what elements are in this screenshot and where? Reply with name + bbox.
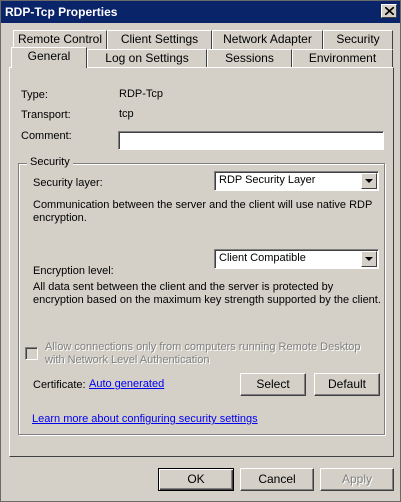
- encryption-level-label: Encryption level:: [33, 265, 114, 277]
- encryption-level-dropdown-button[interactable]: [361, 251, 377, 267]
- ok-button[interactable]: OK: [158, 468, 234, 491]
- security-group-title: Security: [27, 156, 73, 168]
- security-groupbox: Security Security layer: RDP Security La…: [18, 156, 385, 435]
- tab-sessions[interactable]: Sessions: [207, 49, 292, 68]
- select-button[interactable]: Select: [240, 373, 306, 396]
- transport-label: Transport:: [21, 109, 71, 121]
- security-layer-label: Security layer:: [33, 177, 103, 189]
- security-layer-value: RDP Security Layer: [219, 174, 316, 186]
- certificate-link[interactable]: Auto generated: [89, 378, 164, 390]
- tab-label: Log on Settings: [105, 51, 189, 65]
- tab-label: Network Adapter: [223, 32, 312, 46]
- tab-label: Remote Control: [17, 32, 103, 46]
- tab-label: Environment: [308, 51, 377, 65]
- type-value: RDP-Tcp: [119, 88, 164, 100]
- transport-value: tcp: [119, 108, 134, 120]
- tab-label: Client Settings: [120, 32, 199, 46]
- learn-more-link[interactable]: Learn more about configuring security se…: [32, 413, 258, 425]
- encryption-description: All data sent between the client and the…: [33, 281, 381, 306]
- close-button[interactable]: [381, 4, 397, 18]
- tab-client-settings[interactable]: Client Settings: [107, 30, 212, 49]
- certificate-label: Certificate:: [33, 379, 86, 391]
- tab-security[interactable]: Security: [323, 30, 393, 49]
- cancel-button[interactable]: Cancel: [240, 468, 314, 491]
- chevron-down-icon: [365, 179, 373, 183]
- nla-checkbox-label: Allow connections only from computers ru…: [45, 341, 361, 366]
- close-icon: [385, 7, 394, 15]
- encryption-level-value: Client Compatible: [219, 252, 306, 264]
- window-title: RDP-Tcp Properties: [5, 5, 118, 19]
- nla-checkbox[interactable]: [25, 347, 38, 360]
- chevron-down-icon: [365, 257, 373, 261]
- tab-general[interactable]: General: [11, 47, 87, 68]
- security-layer-dropdown-button[interactable]: [361, 173, 377, 189]
- tab-environment[interactable]: Environment: [292, 49, 393, 68]
- type-label: Type:: [21, 89, 48, 101]
- properties-dialog: RDP-Tcp Properties Remote Control Client…: [0, 0, 401, 502]
- security-layer-dropdown[interactable]: RDP Security Layer: [214, 171, 379, 191]
- title-bar[interactable]: RDP-Tcp Properties: [1, 1, 400, 23]
- tab-label: Security: [336, 32, 380, 46]
- comment-input[interactable]: [118, 131, 384, 150]
- apply-button[interactable]: Apply: [320, 468, 394, 491]
- general-tab-panel: Type: RDP-Tcp Transport: tcp Comment: Se…: [9, 67, 394, 457]
- tab-log-on-settings[interactable]: Log on Settings: [87, 49, 207, 68]
- tab-label: Sessions: [225, 51, 274, 65]
- encryption-level-dropdown[interactable]: Client Compatible: [214, 249, 379, 269]
- comment-label: Comment:: [21, 130, 72, 142]
- tab-network-adapter[interactable]: Network Adapter: [212, 30, 323, 49]
- default-button[interactable]: Default: [314, 373, 380, 396]
- tab-label: General: [27, 49, 71, 63]
- security-layer-description: Communication between the server and the…: [33, 199, 373, 224]
